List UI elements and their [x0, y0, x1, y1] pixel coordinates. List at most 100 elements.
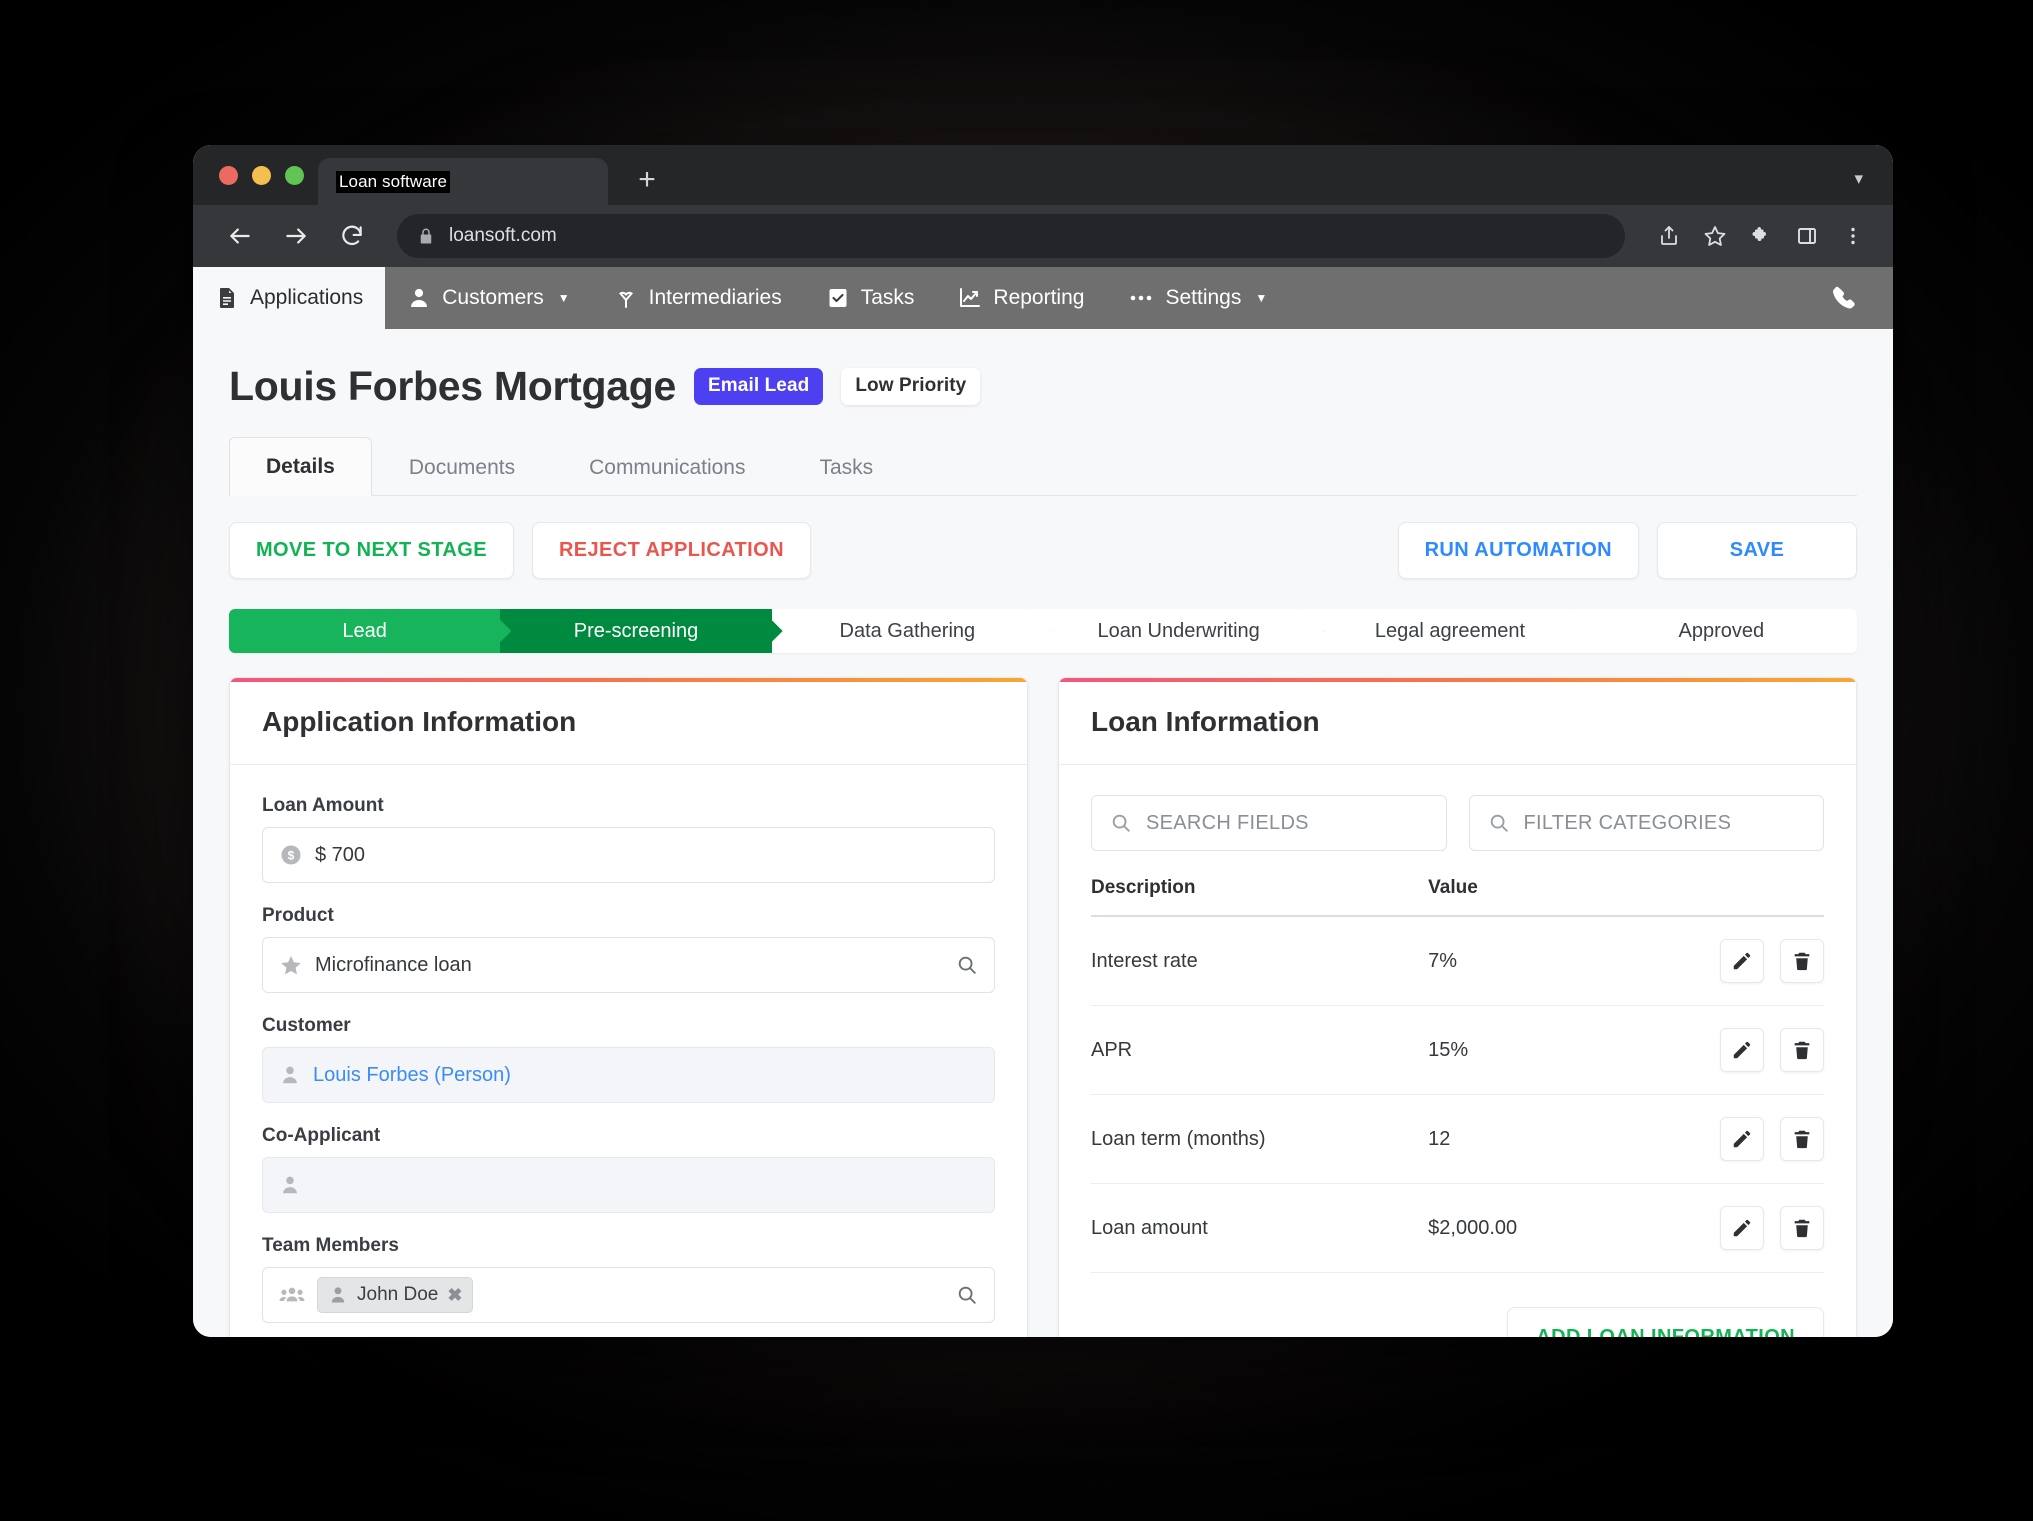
table-row: Loan amount $2,000.00: [1091, 1183, 1824, 1273]
checkbox-icon: [826, 286, 850, 310]
back-arrow-icon[interactable]: [217, 213, 263, 259]
remove-chip-icon[interactable]: ✖: [447, 1285, 462, 1306]
ellipsis-icon: [1128, 286, 1154, 310]
tab-details[interactable]: Details: [229, 437, 372, 496]
page-header: Louis Forbes Mortgage Email Lead Low Pri…: [193, 329, 1893, 410]
nav-item-applications[interactable]: Applications: [193, 267, 386, 329]
customer-link[interactable]: Louis Forbes (Person): [313, 1064, 978, 1087]
co-applicant-input[interactable]: [262, 1157, 995, 1213]
search-icon[interactable]: [956, 1284, 978, 1306]
edit-row-button[interactable]: [1720, 939, 1765, 983]
nav-item-label: Settings: [1165, 286, 1242, 309]
column-value: Value: [1428, 877, 1478, 898]
address-bar[interactable]: loansoft.com: [397, 214, 1625, 258]
browser-tab[interactable]: Loan software: [318, 158, 608, 205]
forward-arrow-icon[interactable]: [273, 213, 319, 259]
nav-item-settings[interactable]: Settings ▼: [1106, 267, 1289, 329]
row-value: 15%: [1428, 1005, 1693, 1095]
card-title: Application Information: [262, 706, 577, 737]
trash-icon: [1791, 950, 1813, 972]
card-title: Loan Information: [1091, 706, 1320, 737]
share-icon[interactable]: [1647, 214, 1691, 258]
filter-categories-placeholder: FILTER CATEGORIES: [1523, 811, 1732, 834]
search-icon[interactable]: [956, 954, 978, 976]
record-tabs: Details Documents Communications Tasks: [229, 436, 1857, 496]
detail-panels: Application Information Loan Amount $ $ …: [193, 653, 1893, 1337]
nav-item-tasks[interactable]: Tasks: [804, 267, 937, 329]
nav-item-reporting[interactable]: Reporting: [936, 267, 1106, 329]
delete-row-button[interactable]: [1780, 1117, 1824, 1161]
column-actions: [1692, 877, 1824, 916]
nav-item-label: Applications: [250, 286, 364, 309]
product-value: Microfinance loan: [315, 953, 472, 976]
reload-icon[interactable]: [329, 213, 375, 259]
phone-call-button[interactable]: [1829, 267, 1893, 329]
search-fields-input[interactable]: SEARCH FIELDS: [1091, 795, 1447, 851]
address-bar-url: loansoft.com: [449, 225, 557, 246]
stage-legal-agreement[interactable]: Legal agreement: [1314, 609, 1586, 653]
card-footer: ADD LOAN INFORMATION: [1091, 1307, 1824, 1337]
loan-information-card: Loan Information SEARCH FIELDS FILTER CA…: [1058, 677, 1857, 1337]
maximize-window-button[interactable]: [285, 165, 304, 185]
puzzle-icon[interactable]: [1739, 214, 1783, 258]
document-icon: [215, 286, 239, 310]
reject-application-button[interactable]: REJECT APPLICATION: [531, 522, 811, 579]
dollar-circle-icon: $: [279, 843, 303, 867]
field-label: Product: [262, 905, 334, 926]
table-body: Interest rate 7% APR 15% Loan term (mont…: [1091, 916, 1824, 1273]
stage-approved[interactable]: Approved: [1585, 609, 1857, 653]
table-header: Description Value: [1091, 877, 1824, 916]
stage-label: Lead: [342, 619, 387, 642]
tab-communications[interactable]: Communications: [552, 438, 782, 496]
run-automation-button[interactable]: RUN AUTOMATION: [1397, 522, 1639, 579]
delete-row-button[interactable]: [1780, 1028, 1824, 1072]
product-input[interactable]: Microfinance loan: [262, 937, 995, 993]
star-icon[interactable]: [1693, 214, 1737, 258]
browser-toolbar-actions: [1641, 214, 1875, 258]
stage-data-gathering[interactable]: Data Gathering: [771, 609, 1043, 653]
edit-row-button[interactable]: [1720, 1117, 1765, 1161]
loan-filters: SEARCH FIELDS FILTER CATEGORIES: [1091, 795, 1824, 851]
customer-input[interactable]: Louis Forbes (Person): [262, 1047, 995, 1103]
stage-loan-underwriting[interactable]: Loan Underwriting: [1042, 609, 1315, 653]
delete-row-button[interactable]: [1780, 1206, 1824, 1250]
filter-categories-input[interactable]: FILTER CATEGORIES: [1468, 795, 1824, 851]
row-actions: [1692, 916, 1824, 1006]
row-actions: [1692, 1183, 1824, 1273]
stage-label: Approved: [1678, 619, 1765, 642]
card-header: Loan Information: [1059, 678, 1856, 765]
stage-pre-screening[interactable]: Pre-screening: [500, 609, 772, 653]
field-label: Co-Applicant: [262, 1125, 381, 1146]
stage-label: Legal agreement: [1374, 619, 1526, 642]
loan-information-table: Description Value Interest rate 7% APR 1…: [1091, 877, 1824, 1273]
delete-row-button[interactable]: [1780, 939, 1824, 983]
status-badge-priority: Low Priority: [841, 368, 981, 405]
chevron-down-icon[interactable]: ▾: [1854, 169, 1893, 205]
side-panel-icon[interactable]: [1785, 214, 1829, 258]
new-tab-button[interactable]: +: [624, 157, 670, 203]
tab-documents[interactable]: Documents: [372, 438, 552, 496]
add-loan-information-button[interactable]: ADD LOAN INFORMATION: [1507, 1307, 1824, 1337]
row-actions: [1692, 1094, 1824, 1184]
move-to-next-stage-button[interactable]: MOVE TO NEXT STAGE: [229, 522, 514, 579]
field-customer: Customer Louis Forbes (Person): [262, 1015, 995, 1103]
nav-item-label: Reporting: [993, 286, 1085, 309]
stage-lead[interactable]: Lead: [229, 609, 501, 653]
chart-icon: [958, 286, 982, 310]
edit-row-button[interactable]: [1720, 1206, 1765, 1250]
edit-row-button[interactable]: [1720, 1028, 1765, 1072]
browser-tab-strip: Loan software + ▾: [193, 145, 1893, 205]
team-members-input[interactable]: John Doe ✖: [262, 1267, 995, 1323]
nav-item-intermediaries[interactable]: Intermediaries: [592, 267, 804, 329]
save-button[interactable]: SAVE: [1657, 522, 1857, 579]
loan-amount-input[interactable]: $ $ 700: [262, 827, 995, 883]
nav-item-customers[interactable]: Customers ▼: [385, 267, 591, 329]
search-icon: [1488, 812, 1510, 834]
team-member-chip[interactable]: John Doe ✖: [317, 1277, 474, 1313]
close-window-button[interactable]: [219, 165, 238, 185]
person-icon: [279, 1064, 301, 1086]
pencil-icon: [1731, 1128, 1753, 1150]
minimize-window-button[interactable]: [252, 165, 271, 185]
three-dot-menu-icon[interactable]: [1831, 214, 1875, 258]
tab-tasks[interactable]: Tasks: [783, 438, 911, 496]
